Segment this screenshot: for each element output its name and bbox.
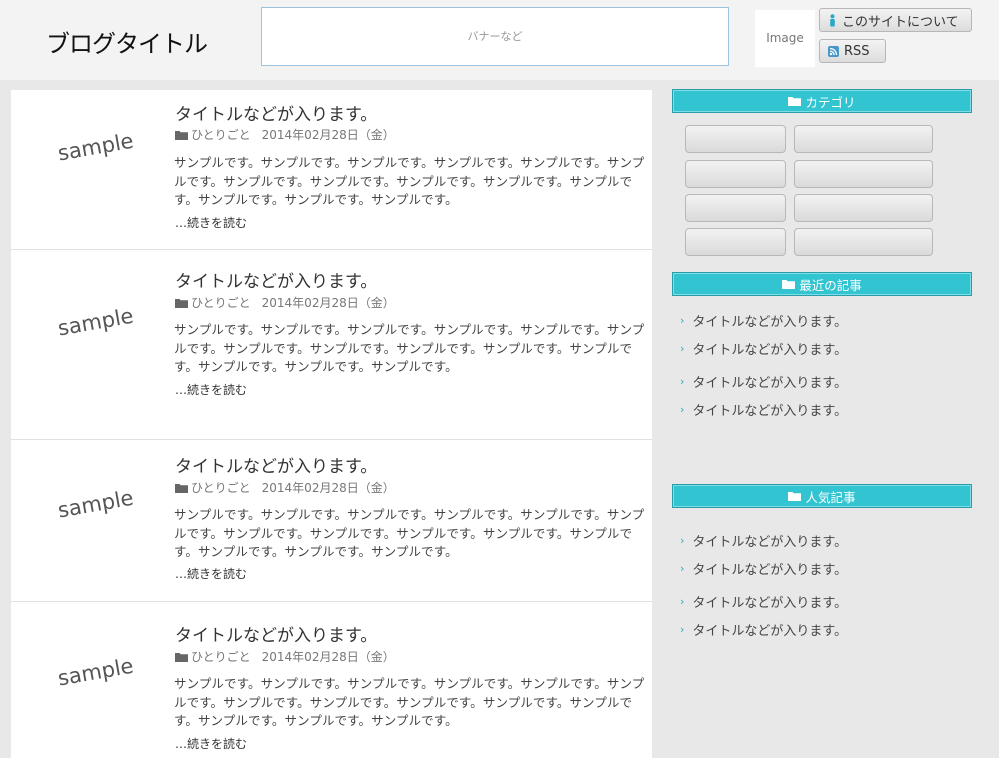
post-thumbnail[interactable]: sample <box>54 128 140 181</box>
popular-posts-heading-label: 人気記事 <box>805 489 856 505</box>
post-item: sample タイトルなどが入ります。 ひとりごと 2014年02月28日（金）… <box>11 440 652 602</box>
recent-post-title: タイトルなどが入ります。 <box>692 315 848 330</box>
recent-post-link[interactable]: › タイトルなどが入ります。 <box>680 400 847 419</box>
recent-post-link[interactable]: › タイトルなどが入ります。 <box>680 372 847 391</box>
banner-area[interactable]: バナーなど <box>261 7 729 66</box>
read-more-link[interactable]: …続きを読む <box>175 214 247 231</box>
site-header: ブログタイトル バナーなど Image このサイトについて RSS <box>0 0 999 80</box>
folder-icon <box>175 483 188 493</box>
category-button[interactable] <box>685 194 786 222</box>
post-thumbnail[interactable]: sample <box>54 485 140 538</box>
chevron-right-icon: › <box>680 562 685 575</box>
chevron-right-icon: › <box>680 314 685 327</box>
chevron-right-icon: › <box>680 534 685 547</box>
folder-icon <box>175 652 188 662</box>
chevron-right-icon: › <box>680 595 685 608</box>
about-site-label: このサイトについて <box>842 14 959 30</box>
rss-button[interactable]: RSS <box>819 39 886 63</box>
post-excerpt: サンプルです。サンプルです。サンプルです。サンプルです。サンプルです。サンプルで… <box>174 322 645 374</box>
read-more-link[interactable]: …続きを読む <box>175 735 247 752</box>
rss-icon <box>828 45 839 57</box>
post-title[interactable]: タイトルなどが入ります。 <box>175 452 377 477</box>
category-button[interactable] <box>794 228 933 256</box>
folder-icon <box>788 96 802 106</box>
site-title[interactable]: ブログタイトル <box>46 24 208 59</box>
post-meta: ひとりごと 2014年02月28日（金） <box>175 648 395 665</box>
recent-post-title: タイトルなどが入ります。 <box>692 376 848 391</box>
recent-post-link[interactable]: › タイトルなどが入ります。 <box>680 311 847 330</box>
about-site-button[interactable]: このサイトについて <box>819 8 972 32</box>
chevron-right-icon: › <box>680 375 685 388</box>
post-item: sample タイトルなどが入ります。 ひとりごと 2014年02月28日（金）… <box>11 602 652 758</box>
post-title[interactable]: タイトルなどが入ります。 <box>175 100 377 125</box>
read-more-link[interactable]: …続きを読む <box>175 565 247 582</box>
category-heading: カテゴリ <box>672 89 972 113</box>
folder-icon <box>175 130 188 140</box>
category-button[interactable] <box>794 160 933 188</box>
post-title[interactable]: タイトルなどが入ります。 <box>175 267 377 292</box>
popular-post-title: タイトルなどが入ります。 <box>692 596 848 611</box>
post-thumbnail[interactable]: sample <box>54 303 140 356</box>
post-date: 2014年02月28日（金） <box>261 296 395 310</box>
post-category[interactable]: ひとりごと <box>191 126 251 143</box>
post-excerpt: サンプルです。サンプルです。サンプルです。サンプルです。サンプルです。サンプルで… <box>174 155 645 207</box>
category-button[interactable] <box>685 125 786 153</box>
post-title[interactable]: タイトルなどが入ります。 <box>175 621 377 646</box>
popular-post-link[interactable]: › タイトルなどが入ります。 <box>680 531 847 550</box>
post-date: 2014年02月28日（金） <box>261 650 395 664</box>
post-date: 2014年02月28日（金） <box>261 128 395 142</box>
post-meta: ひとりごと 2014年02月28日（金） <box>175 479 395 496</box>
popular-post-link[interactable]: › タイトルなどが入ります。 <box>680 559 847 578</box>
post-thumbnail[interactable]: sample <box>54 653 140 706</box>
category-button[interactable] <box>685 160 786 188</box>
post-item: sample タイトルなどが入ります。 ひとりごと 2014年02月28日（金）… <box>11 90 652 250</box>
recent-post-title: タイトルなどが入ります。 <box>692 343 848 358</box>
recent-post-link[interactable]: › タイトルなどが入ります。 <box>680 339 847 358</box>
category-button[interactable] <box>794 194 933 222</box>
popular-post-title: タイトルなどが入ります。 <box>692 624 848 639</box>
folder-icon <box>782 279 796 289</box>
popular-posts-heading: 人気記事 <box>672 484 972 508</box>
popular-post-link[interactable]: › タイトルなどが入ります。 <box>680 620 847 639</box>
post-item: sample タイトルなどが入ります。 ひとりごと 2014年02月28日（金）… <box>11 250 652 440</box>
post-date: 2014年02月28日（金） <box>261 481 395 495</box>
chevron-right-icon: › <box>680 342 685 355</box>
recent-post-title: タイトルなどが入ります。 <box>692 404 848 419</box>
category-button[interactable] <box>794 125 933 153</box>
post-category[interactable]: ひとりごと <box>191 479 251 496</box>
header-image[interactable]: Image <box>755 10 815 67</box>
person-icon <box>828 13 837 27</box>
chevron-right-icon: › <box>680 623 685 636</box>
chevron-right-icon: › <box>680 403 685 416</box>
folder-icon <box>175 298 188 308</box>
read-more-link[interactable]: …続きを読む <box>175 381 247 398</box>
rss-label: RSS <box>844 43 870 59</box>
category-button[interactable] <box>685 228 786 256</box>
post-excerpt: サンプルです。サンプルです。サンプルです。サンプルです。サンプルです。サンプルで… <box>174 676 645 728</box>
popular-post-link[interactable]: › タイトルなどが入ります。 <box>680 592 847 611</box>
post-category[interactable]: ひとりごと <box>191 648 251 665</box>
popular-post-title: タイトルなどが入ります。 <box>692 535 848 550</box>
post-list: sample タイトルなどが入ります。 ひとりごと 2014年02月28日（金）… <box>11 90 652 758</box>
recent-posts-heading-label: 最近の記事 <box>799 277 862 293</box>
recent-posts-heading: 最近の記事 <box>672 272 972 296</box>
popular-post-title: タイトルなどが入ります。 <box>692 563 848 578</box>
post-excerpt: サンプルです。サンプルです。サンプルです。サンプルです。サンプルです。サンプルで… <box>174 507 645 559</box>
post-meta: ひとりごと 2014年02月28日（金） <box>175 294 395 311</box>
folder-icon <box>788 491 802 501</box>
category-heading-label: カテゴリ <box>805 94 856 110</box>
post-meta: ひとりごと 2014年02月28日（金） <box>175 126 395 143</box>
post-category[interactable]: ひとりごと <box>191 294 251 311</box>
